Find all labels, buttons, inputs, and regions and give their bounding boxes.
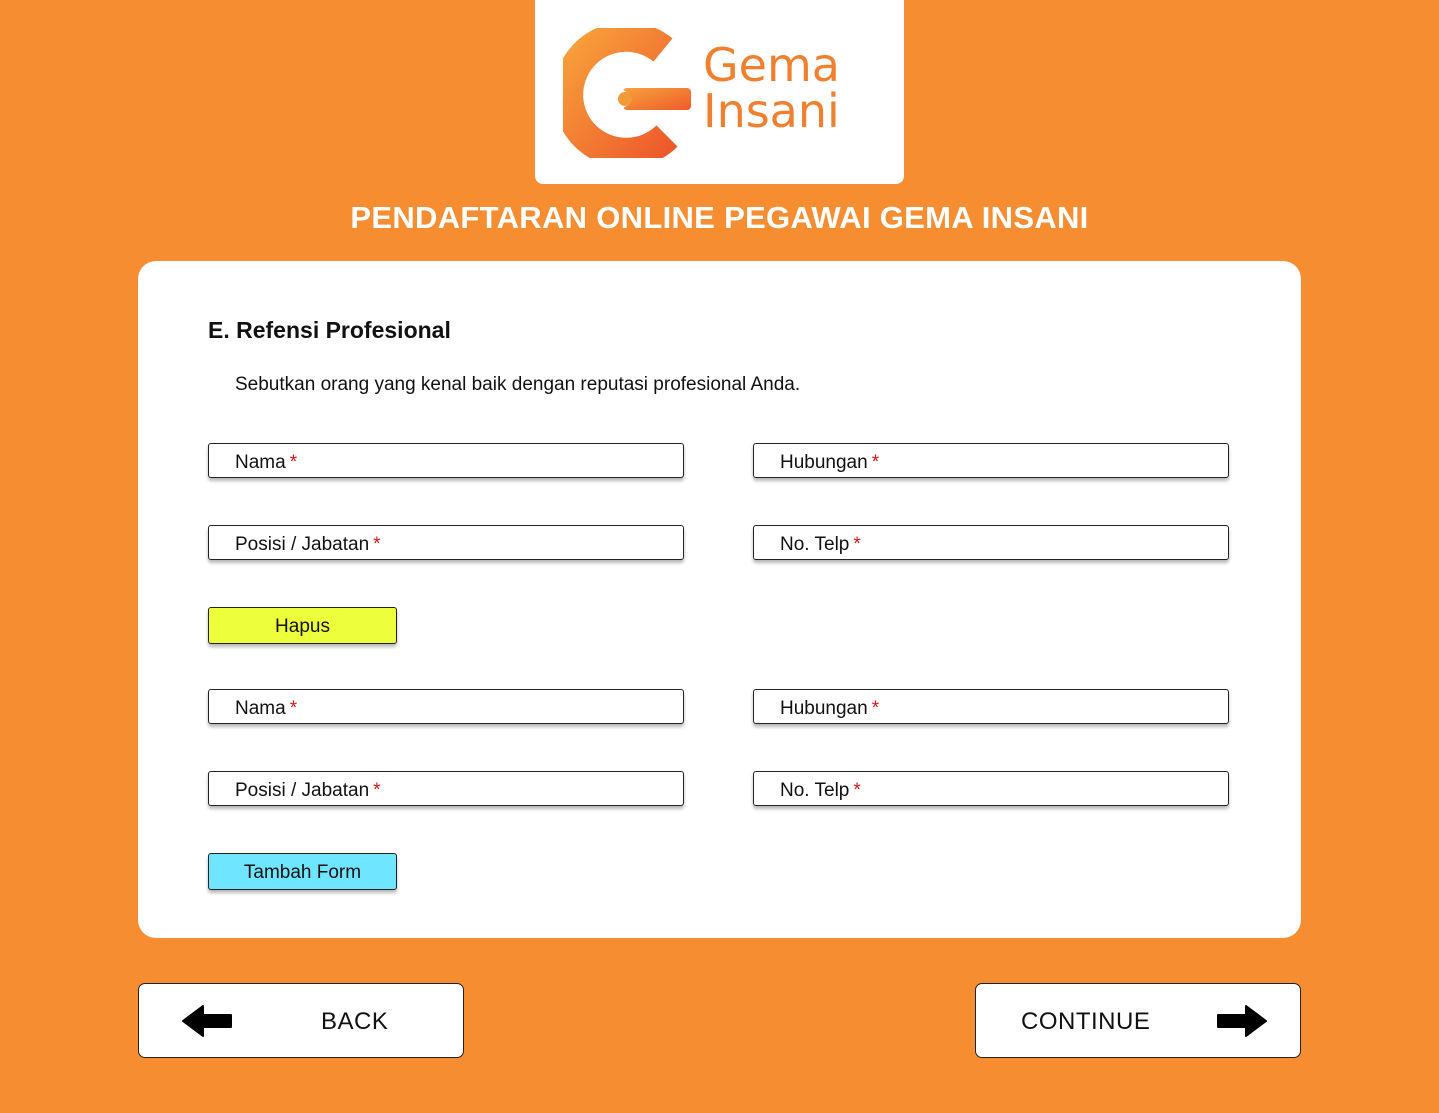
required-mark: * (373, 780, 381, 801)
brand-name-line1: Gema (703, 38, 840, 92)
hubungan-field[interactable]: Hubungan * (753, 689, 1229, 724)
hubungan-label: Hubungan * (780, 698, 880, 719)
tambah-form-button[interactable]: Tambah Form (208, 853, 397, 890)
back-label: BACK (321, 1008, 389, 1035)
gema-g-logo-icon (563, 28, 691, 158)
arrow-left-icon (182, 1005, 232, 1037)
hubungan-label: Hubungan * (780, 452, 880, 473)
no-telp-field[interactable]: No. Telp * (753, 771, 1229, 806)
back-button[interactable]: BACK (138, 983, 464, 1058)
brand-wordmark: Gema Insani (703, 42, 840, 134)
logo-card: Gema Insani (535, 0, 904, 184)
required-mark: * (871, 452, 880, 473)
nama-label: Nama * (235, 698, 298, 719)
arrow-right-icon (1217, 1005, 1267, 1037)
posisi-jabatan-field[interactable]: Posisi / Jabatan * (208, 525, 684, 560)
nama-field[interactable]: Nama * (208, 689, 684, 724)
nama-field[interactable]: Nama * (208, 443, 684, 478)
required-mark: * (373, 534, 381, 555)
posisi-jabatan-label: Posisi / Jabatan * (235, 780, 381, 801)
continue-label: CONTINUE (1021, 1008, 1151, 1035)
required-mark: * (289, 698, 298, 719)
form-card: E. Refensi Profesional Sebutkan orang ya… (138, 261, 1301, 938)
required-mark: * (853, 780, 861, 801)
page-title: PENDAFTARAN ONLINE PEGAWAI GEMA INSANI (350, 200, 1089, 235)
required-mark: * (289, 452, 298, 473)
hapus-button[interactable]: Hapus (208, 607, 397, 644)
posisi-jabatan-field[interactable]: Posisi / Jabatan * (208, 771, 684, 806)
hubungan-field[interactable]: Hubungan * (753, 443, 1229, 478)
continue-button[interactable]: CONTINUE (975, 983, 1301, 1058)
nama-label: Nama * (235, 452, 298, 473)
no-telp-label: No. Telp * (780, 534, 861, 555)
section-description: Sebutkan orang yang kenal baik dengan re… (235, 374, 801, 395)
no-telp-label: No. Telp * (780, 780, 861, 801)
section-title: E. Refensi Profesional (208, 317, 451, 343)
brand-name-line2: Insani (703, 84, 840, 138)
no-telp-field[interactable]: No. Telp * (753, 525, 1229, 560)
required-mark: * (853, 534, 861, 555)
posisi-jabatan-label: Posisi / Jabatan * (235, 534, 381, 555)
required-mark: * (871, 698, 880, 719)
